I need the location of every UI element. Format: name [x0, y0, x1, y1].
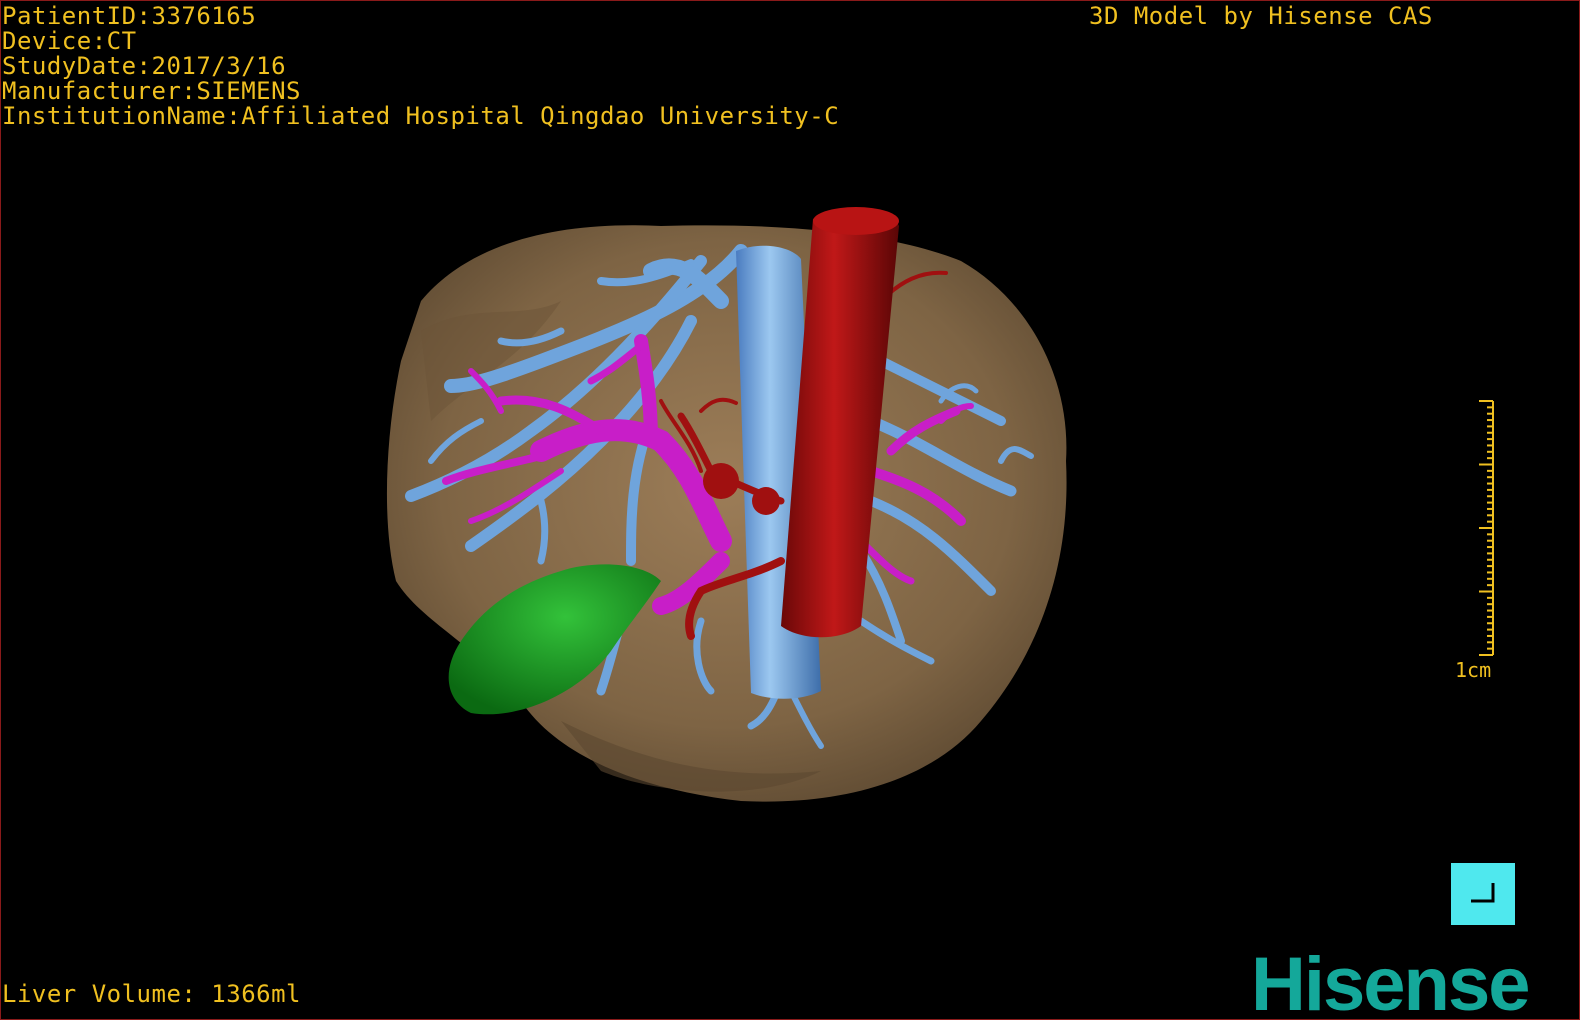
manufacturer: Manufacturer:SIEMENS	[2, 77, 301, 105]
liver-3d-model[interactable]	[1, 1, 1579, 1019]
patient-info-overlay: PatientID:3376165 Device:CT StudyDate:2017…	[2, 4, 839, 129]
patient-id: PatientID:3376165	[2, 2, 257, 30]
view-corner-button[interactable]	[1451, 863, 1515, 925]
corner-icon	[1471, 883, 1495, 903]
liver-volume: Liver Volume: 1366ml	[2, 980, 301, 1008]
model-brand-text: 3D Model by Hisense CAS	[1089, 2, 1433, 30]
hisense-logo: Hisense	[1251, 942, 1530, 1020]
celiac-node	[703, 463, 739, 499]
scale-bar	[1479, 400, 1494, 656]
study-date: StudyDate:2017/3/16	[2, 52, 287, 80]
device: Device:CT	[2, 27, 137, 55]
3d-viewport[interactable]: PatientID:3376165 Device:CT StudyDate:2017…	[0, 0, 1580, 1020]
institution-name: InstitutionName:Affiliated Hospital Qing…	[2, 102, 840, 130]
aorta-top	[813, 207, 899, 235]
scale-label: 1cm	[1455, 658, 1492, 682]
artery-node	[752, 487, 780, 515]
